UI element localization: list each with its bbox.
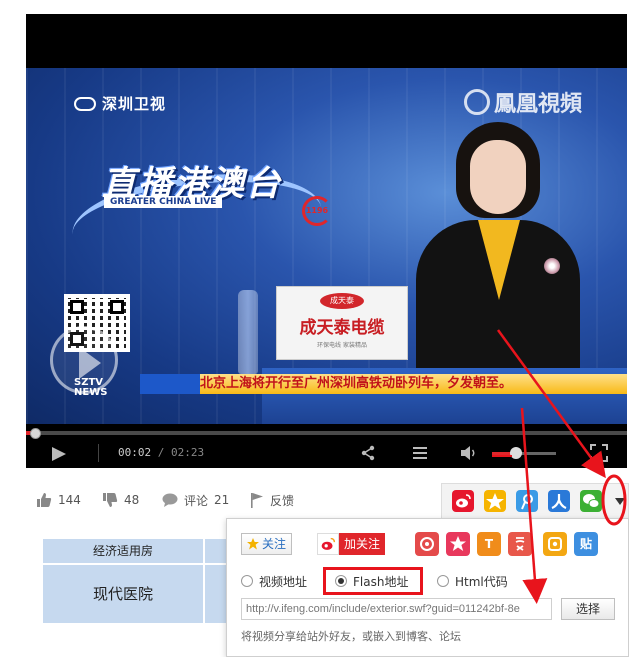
ticker-band xyxy=(140,374,200,394)
sponsor-logo: 成天泰 xyxy=(320,293,364,309)
html-code-option[interactable]: Html代码 xyxy=(437,573,508,589)
douban-glyph-icon xyxy=(515,537,525,551)
tianya-share-icon[interactable]: T xyxy=(477,532,501,556)
table-cell: 现代医院 xyxy=(42,564,204,624)
video-url-label: 视频地址 xyxy=(259,574,308,589)
select-button[interactable]: 选择 xyxy=(561,598,615,620)
fullscreen-icon[interactable] xyxy=(590,444,608,462)
show-logo: 直播港澳台 GREATER CHINA LIVE 1196 xyxy=(62,156,332,279)
controls-divider xyxy=(98,444,99,462)
channel-logo-text: 深圳卫视 xyxy=(102,95,167,113)
volume-icon[interactable] xyxy=(460,445,478,461)
anchor-brooch xyxy=(544,258,560,274)
share-icon[interactable] xyxy=(360,445,376,461)
show-badge: 1196 xyxy=(302,196,332,226)
like-button[interactable]: 144 xyxy=(36,492,81,508)
playlist-icon[interactable] xyxy=(412,445,428,461)
star-icon xyxy=(450,536,466,551)
player-controls: 00:02 / 02:23 xyxy=(26,439,627,468)
thumbs-up-icon xyxy=(37,493,52,507)
renren-glyph-icon xyxy=(551,494,567,510)
news-anchor xyxy=(398,122,588,368)
water-bottle xyxy=(238,290,258,374)
feedback-button[interactable]: 反馈 xyxy=(250,492,294,508)
renren-icon[interactable] xyxy=(548,490,570,512)
sponsor-name: 成天泰电缆 xyxy=(299,318,385,338)
star-icon xyxy=(486,493,504,510)
sztv-news-logo: SZTV NEWS xyxy=(74,377,108,398)
more-share-dropdown-icon[interactable] xyxy=(615,498,625,505)
video-url-option[interactable]: 视频地址 xyxy=(241,573,307,589)
html-code-radio[interactable] xyxy=(437,575,449,587)
watermark-text: 鳳凰視頻 xyxy=(494,91,583,117)
follow-button[interactable]: 关注 xyxy=(241,533,293,555)
news-ticker: 北京上海将开行至广州深圳高铁动卧列车，夕发朝至。 xyxy=(140,374,627,394)
video-player[interactable]: 深圳卫视 鳳凰視頻 直播港澳台 GREATER CHINA LIVE 1196 … xyxy=(26,14,627,468)
weibo-follow-label: 加关注 xyxy=(339,533,386,555)
video-frame[interactable]: 深圳卫视 鳳凰視頻 直播港澳台 GREATER CHINA LIVE 1196 … xyxy=(26,68,627,424)
weibo-icon[interactable] xyxy=(452,490,474,512)
sponsor-tagline: 环保电线 家装精品 xyxy=(317,342,367,349)
progress-bar[interactable] xyxy=(26,431,627,435)
star-icon xyxy=(247,538,259,550)
share-popup: 关注 加关注 T 贴 视频地址 Flash地址 Html代码 http://v.… xyxy=(226,518,629,657)
progress-knob[interactable] xyxy=(30,428,41,439)
play-overlay-icon xyxy=(79,347,101,379)
qr-corner xyxy=(70,300,84,314)
sina-glyph-icon xyxy=(420,537,434,551)
weibo-glyph-icon xyxy=(456,494,471,508)
flash-option-highlight xyxy=(323,567,423,595)
qr-corner xyxy=(110,300,124,314)
play-button[interactable] xyxy=(52,447,66,461)
comment-label: 评论 xyxy=(184,493,209,508)
share-bar xyxy=(441,483,629,519)
time-display: 00:02 / 02:23 xyxy=(118,446,204,459)
wechat-glyph-icon xyxy=(583,494,600,508)
qq-glyph-icon xyxy=(548,537,562,551)
anchor-face xyxy=(470,140,526,214)
wechat-icon[interactable] xyxy=(580,490,602,512)
html-code-label: Html代码 xyxy=(455,574,508,589)
douban-share-icon[interactable] xyxy=(508,532,532,556)
channel-logo: 深圳卫视 xyxy=(74,93,166,114)
thumbs-down-icon xyxy=(103,493,118,507)
phoenix-icon xyxy=(464,89,490,115)
dislike-button[interactable]: 48 xyxy=(102,492,139,508)
table-cell: 经济适用房 xyxy=(42,538,204,564)
comment-icon xyxy=(162,493,178,507)
comment-count: 21 xyxy=(214,493,230,507)
current-time: 00:02 xyxy=(118,446,152,459)
qq-space-share-icon[interactable] xyxy=(543,532,567,556)
like-count: 144 xyxy=(58,493,81,507)
duration: 02:23 xyxy=(171,446,205,459)
tieba-share-icon[interactable]: 贴 xyxy=(574,532,598,556)
flag-icon xyxy=(251,493,263,508)
volume-slider[interactable] xyxy=(492,452,556,455)
feedback-label: 反馈 xyxy=(270,493,295,508)
weibo-icon xyxy=(317,533,339,555)
qzone-icon[interactable] xyxy=(484,490,506,512)
video-url-radio[interactable] xyxy=(241,575,253,587)
volume-knob[interactable] xyxy=(510,447,522,459)
share-url-input[interactable]: http://v.ifeng.com/include/exterior.swf?… xyxy=(241,598,552,620)
comment-button[interactable]: 评论 21 xyxy=(162,492,229,508)
ticker-text: 北京上海将开行至广州深圳高铁动卧列车，夕发朝至。 xyxy=(200,376,513,391)
weibo-follow-button[interactable]: 加关注 xyxy=(317,533,386,555)
ifeng-watermark: 鳳凰視頻 xyxy=(464,86,582,118)
tencent-weibo-icon[interactable] xyxy=(516,490,538,512)
sponsor-card: 成天泰 成天泰电缆 环保电线 家装精品 xyxy=(276,286,408,360)
kaixin-share-icon[interactable] xyxy=(446,532,470,556)
dislike-count: 48 xyxy=(124,493,140,507)
channel-logo-icon xyxy=(74,96,96,111)
sina-weibo-share-icon[interactable] xyxy=(415,532,439,556)
time-separator: / xyxy=(157,446,171,459)
tencent-weibo-glyph-icon xyxy=(521,494,533,510)
show-subtitle: GREATER CHINA LIVE xyxy=(104,196,223,208)
follow-label: 关注 xyxy=(262,537,287,551)
share-hint: 将视频分享给站外好友，或嵌入到博客、论坛 xyxy=(241,630,461,643)
weibo-glyph-icon xyxy=(321,537,336,550)
